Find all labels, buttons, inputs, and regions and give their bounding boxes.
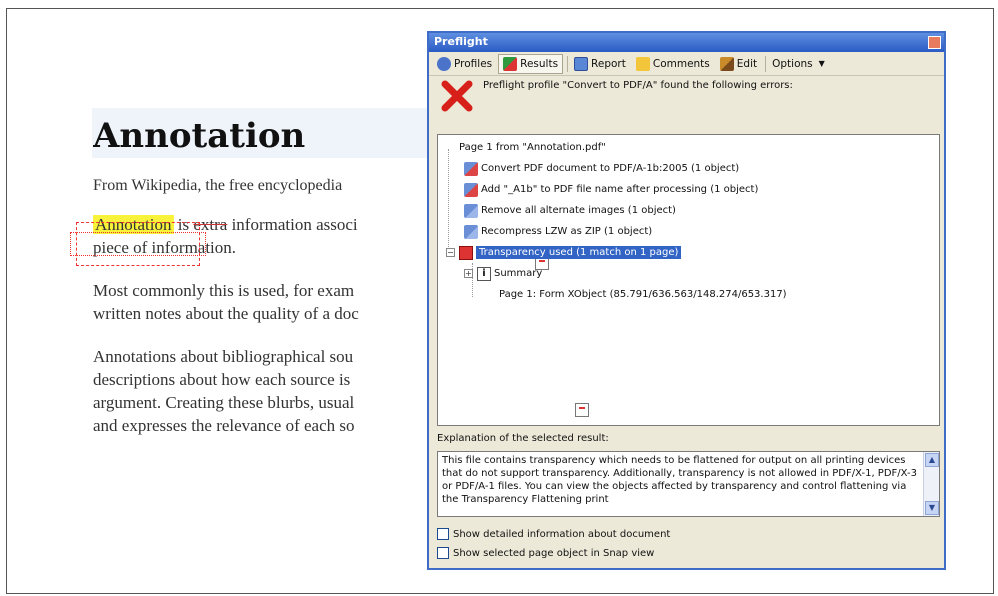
tree-page-object-row[interactable]: Page 1: Form XObject (85.791/636.563/148… <box>482 285 787 417</box>
options-label: Options <box>772 57 813 70</box>
close-button[interactable] <box>928 36 941 49</box>
paragraph-2-line1: Most commonly this is used, for exam <box>93 281 355 300</box>
collapse-icon[interactable]: − <box>446 248 455 257</box>
page-object-label: Page 1: Form XObject (85.791/636.563/148… <box>499 289 787 300</box>
page-object-icon <box>575 402 589 417</box>
paragraph-3-line3: argument. Creating these blurbs, usual <box>93 393 355 412</box>
report-icon <box>574 56 589 71</box>
fixup-icon <box>464 224 478 239</box>
chevron-down-icon: ▼ <box>818 59 825 68</box>
paragraph-3-line4: and expresses the relevance of each so <box>93 416 355 435</box>
results-tree[interactable]: Page 1 from "Annotation.pdf" Convert PDF… <box>437 134 940 426</box>
tree-item-row[interactable]: Remove all alternate images (1 object) <box>464 201 676 220</box>
tab-edit-label: Edit <box>736 57 758 70</box>
error-icon <box>459 245 473 260</box>
tree-item-label: Add "_A1b" to PDF file name after proces… <box>481 184 759 195</box>
results-icon <box>503 56 518 71</box>
fixup-icon <box>464 203 478 218</box>
fixup-icon <box>464 182 478 197</box>
panel-title: Preflight <box>434 35 488 48</box>
page-subtitle: From Wikipedia, the free encyclopedia <box>93 177 343 194</box>
page-title: Annotation <box>93 116 306 156</box>
paragraph-3-line1: Annotations about bibliographical sou <box>93 347 354 366</box>
error-message: Preflight profile "Convert to PDF/A" fou… <box>483 80 793 91</box>
tree-item-label: Recompress LZW as ZIP (1 object) <box>481 226 653 237</box>
checkbox[interactable] <box>437 547 449 559</box>
paragraph-3: Annotations about bibliographical sou de… <box>93 345 428 437</box>
tree-item-row[interactable]: Convert PDF document to PDF/A-1b:2005 (1… <box>464 159 739 178</box>
paragraph-2: Most commonly this is used, for exam wri… <box>93 279 428 325</box>
tab-comments[interactable]: Comments <box>632 55 714 73</box>
document-page: Annotation From Wikipedia, the free ency… <box>93 115 428 437</box>
tree-root-row[interactable]: Page 1 from "Annotation.pdf" <box>442 138 606 270</box>
selected-result-label: Transparency used (1 match on 1 page) <box>476 246 682 259</box>
paragraph-1-rest: information associ <box>231 215 358 234</box>
preflight-panel: Preflight Profiles Results Report Commen… <box>427 31 946 570</box>
paragraph-1-line2: piece of information. <box>93 238 237 257</box>
tree-selected-row[interactable]: − Transparency used (1 match on 1 page) <box>446 243 682 262</box>
strikethrough-word[interactable]: extra <box>193 215 227 234</box>
error-x-icon <box>441 80 473 112</box>
fixup-icon <box>464 161 478 176</box>
tree-item-label: Convert PDF document to PDF/A-1b:2005 (1… <box>481 163 740 174</box>
tab-edit[interactable]: Edit <box>716 55 761 73</box>
tree-summary-row[interactable]: + i Summary <box>464 264 542 283</box>
toolbar-divider <box>765 55 767 72</box>
tab-results-label: Results <box>520 57 559 70</box>
preflight-toolbar: Profiles Results Report Comments Edit Op… <box>429 52 944 76</box>
paragraph-3-line2: descriptions about how each source is <box>93 370 351 389</box>
snap-view-label: Show selected page object in Snap view <box>453 547 655 559</box>
tab-report[interactable]: Report <box>570 55 630 73</box>
info-icon: i <box>477 266 491 281</box>
explanation-text: This file contains transparency which ne… <box>442 455 917 505</box>
tree-item-row[interactable]: Recompress LZW as ZIP (1 object) <box>464 222 652 241</box>
detailed-info-label: Show detailed information about document <box>453 528 671 540</box>
comments-icon <box>635 56 650 71</box>
scroll-up-icon[interactable]: ▲ <box>925 453 939 467</box>
scroll-down-icon[interactable]: ▼ <box>925 501 939 515</box>
panel-titlebar[interactable]: Preflight <box>429 33 944 52</box>
word-is: is <box>177 215 190 234</box>
tree-item-row[interactable]: Add "_A1b" to PDF file name after proces… <box>464 180 758 199</box>
explanation-label: Explanation of the selected result: <box>437 433 609 444</box>
toolbar-divider <box>567 55 569 72</box>
highlighted-annotation[interactable]: Annotation <box>93 215 174 234</box>
magnifier-icon <box>437 56 451 71</box>
summary-label: Summary <box>494 268 543 279</box>
expand-icon[interactable]: + <box>464 269 473 278</box>
tab-report-label: Report <box>591 57 626 70</box>
tree-item-label: Remove all alternate images (1 object) <box>481 205 676 216</box>
tree-guide-line <box>448 149 449 249</box>
tree-root-label: Page 1 from "Annotation.pdf" <box>459 142 606 153</box>
error-summary: Preflight profile "Convert to PDF/A" fou… <box>429 76 944 114</box>
tab-results[interactable]: Results <box>498 53 564 74</box>
explanation-box[interactable]: This file contains transparency which ne… <box>437 451 940 517</box>
explanation-scrollbar[interactable]: ▲ ▼ <box>923 452 939 516</box>
tab-profiles-label: Profiles <box>454 57 493 70</box>
tab-profiles[interactable]: Profiles <box>433 55 496 73</box>
paragraph-1: Annotation is extra information associ p… <box>93 213 428 259</box>
snap-view-checkbox[interactable]: Show selected page object in Snap view <box>437 547 654 559</box>
detailed-info-checkbox[interactable]: Show detailed information about document <box>437 528 670 540</box>
paragraph-2-line2: written notes about the quality of a doc <box>93 304 359 323</box>
pencil-icon <box>719 56 734 71</box>
tab-comments-label: Comments <box>652 57 710 70</box>
checkbox[interactable] <box>437 528 449 540</box>
options-menu[interactable]: Options ▼ <box>768 56 829 72</box>
